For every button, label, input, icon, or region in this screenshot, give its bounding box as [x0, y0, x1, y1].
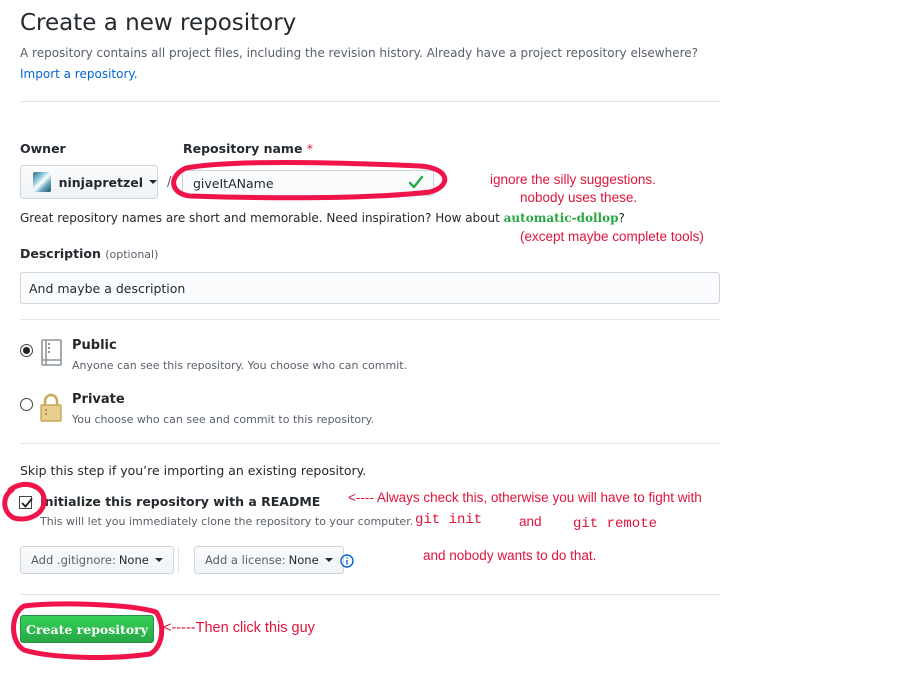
annotation-git-remote: git remote: [573, 516, 658, 532]
name-suggestion[interactable]: automatic-dollop: [504, 211, 619, 225]
annotation-click-note: <-----Then click this guy: [163, 620, 315, 636]
license-dropdown[interactable]: Add a license: None: [194, 546, 344, 574]
gitignore-dropdown[interactable]: Add .gitignore: None: [20, 546, 174, 574]
page-subtitle: A repository contains all project files,…: [20, 46, 699, 60]
annotation-git-init: git init: [415, 512, 483, 528]
owner-repo-separator: /: [167, 175, 172, 190]
optional-note: (optional): [105, 248, 159, 261]
import-repository-link[interactable]: Import a repository.: [20, 67, 138, 81]
annotation-suggestions-3: (except maybe complete tools): [520, 229, 704, 244]
repo-name-label: Repository name *: [183, 141, 313, 156]
divider: [20, 319, 720, 320]
gitignore-value: None: [118, 553, 149, 567]
annotation-readme-note: <---- Always check this, otherwise you w…: [348, 490, 702, 505]
annotation-scribbles: [2, 160, 448, 660]
avatar: [33, 172, 51, 192]
vertical-divider: [178, 546, 179, 574]
create-repository-button[interactable]: Create repository: [20, 615, 154, 643]
public-title: Public: [72, 338, 117, 353]
hint-prefix: Great repository names are short and mem…: [20, 211, 500, 225]
description-label: Description (optional): [20, 246, 158, 261]
description-label-text: Description: [20, 246, 101, 261]
repo-name-hint: Great repository names are short and mem…: [20, 211, 625, 225]
hint-suffix: ?: [618, 211, 625, 225]
repo-name-label-text: Repository name: [183, 141, 303, 156]
required-mark: *: [306, 141, 314, 156]
public-radio[interactable]: [20, 344, 33, 357]
annotation-nobody-wants: and nobody wants to do that.: [423, 548, 597, 563]
gitignore-prefix: Add .gitignore:: [31, 553, 116, 567]
readme-label[interactable]: Initialize this repository with a README: [40, 494, 320, 509]
book-icon: [41, 339, 62, 366]
owner-dropdown[interactable]: ninjapretzel: [20, 165, 158, 199]
caret-down-icon: [324, 558, 333, 562]
divider: [20, 101, 720, 102]
check-icon: [408, 175, 424, 189]
license-value: None: [288, 553, 319, 567]
private-title: Private: [72, 392, 125, 407]
caret-down-icon: [149, 180, 157, 184]
caret-down-icon: [154, 558, 163, 562]
annotation-suggestions-1: ignore the silly suggestions.: [490, 172, 656, 187]
description-input[interactable]: [20, 272, 720, 304]
license-prefix: Add a license:: [205, 553, 286, 567]
skip-step-note: Skip this step if you’re importing an ex…: [20, 463, 367, 478]
page-title: Create a new repository: [20, 10, 297, 36]
divider: [20, 443, 720, 444]
lock-icon: [40, 393, 62, 422]
private-description: You choose who can see and commit to thi…: [72, 413, 375, 426]
info-icon[interactable]: [340, 554, 354, 568]
public-description: Anyone can see this repository. You choo…: [72, 359, 408, 372]
readme-checkbox[interactable]: [19, 496, 33, 509]
readme-description: This will let you immediately clone the …: [40, 515, 414, 528]
private-radio[interactable]: [20, 398, 33, 411]
annotation-and: and: [519, 514, 542, 529]
checkmark-icon: [21, 497, 33, 508]
repo-name-input[interactable]: [182, 170, 434, 196]
owner-label: Owner: [20, 141, 66, 156]
owner-name: ninjapretzel: [58, 174, 143, 190]
divider: [20, 594, 720, 595]
annotation-suggestions-2: nobody uses these.: [520, 190, 638, 205]
